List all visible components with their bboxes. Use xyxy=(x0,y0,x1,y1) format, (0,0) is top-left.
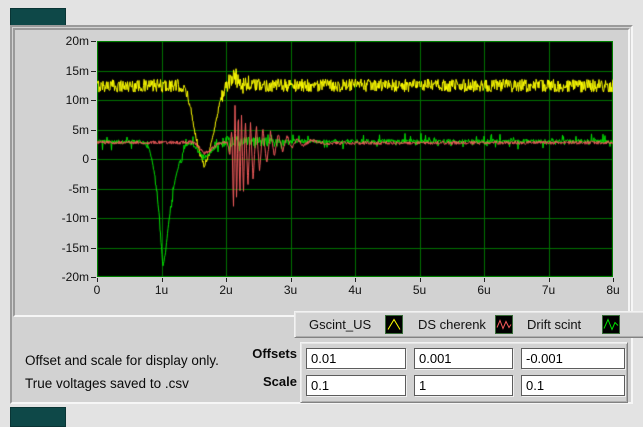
x-tick-label: 5u xyxy=(398,283,442,297)
gscint-us-trace-glyph xyxy=(388,320,400,330)
y-tick-mark xyxy=(91,100,96,101)
front-panel: { "window": { "background": "#e3e3e3", "… xyxy=(0,0,643,425)
x-tick-label: 2u xyxy=(204,283,248,297)
y-tick-mark xyxy=(91,189,96,190)
x-tick-mark xyxy=(226,278,227,282)
display-note: Offset and scale for display only. True … xyxy=(25,349,219,395)
y-tick-mark xyxy=(91,248,96,249)
y-tick-label: 15m xyxy=(0,64,89,78)
plot-canvas[interactable] xyxy=(97,41,613,277)
offsets-scale-cluster xyxy=(300,342,628,403)
display-note-line1: Offset and scale for display only. xyxy=(25,349,219,372)
plot-legend: Gscint_US DS cherenk Drift scint xyxy=(294,311,643,338)
x-tick-label: 7u xyxy=(527,283,571,297)
legend-item-gscint-us[interactable]: Gscint_US xyxy=(309,312,385,337)
y-tick-label: 5m xyxy=(0,123,89,137)
y-tick-mark xyxy=(91,130,96,131)
drift-scint-trace-glyph xyxy=(604,320,618,330)
y-tick-label: -20m xyxy=(0,270,89,284)
x-tick-mark xyxy=(420,278,421,282)
x-tick-label: 8u xyxy=(591,283,635,297)
x-tick-mark xyxy=(291,278,292,282)
tab-decoration-bottom[interactable] xyxy=(10,407,66,427)
ds-cherenk-trace-icon[interactable] xyxy=(495,315,513,334)
y-tick-mark xyxy=(91,41,96,42)
y-tick-label: 20m xyxy=(0,34,89,48)
y-tick-label: -15m xyxy=(0,241,89,255)
y-tick-label: -10m xyxy=(0,211,89,225)
x-tick-mark xyxy=(613,278,614,282)
ds-cherenk-trace-glyph xyxy=(497,321,511,329)
x-tick-mark xyxy=(97,278,98,282)
x-tick-mark xyxy=(549,278,550,282)
y-tick-mark xyxy=(91,277,96,278)
legend-item-ds-cherenk[interactable]: DS cherenk xyxy=(418,312,495,337)
y-tick-mark xyxy=(91,71,96,72)
x-tick-label: 4u xyxy=(333,283,377,297)
display-note-line2: True voltages saved to .csv xyxy=(25,372,219,395)
y-tick-mark xyxy=(91,218,96,219)
x-tick-label: 1u xyxy=(140,283,184,297)
scale-field-ds-cherenk[interactable] xyxy=(414,375,513,396)
y-tick-label: 10m xyxy=(0,93,89,107)
legend-item-drift-scint[interactable]: Drift scint xyxy=(527,312,602,337)
x-tick-label: 6u xyxy=(462,283,506,297)
scale-field-gscint-us[interactable] xyxy=(306,375,406,396)
y-tick-label: 0 xyxy=(0,152,89,166)
y-tick-mark xyxy=(91,159,96,160)
drift-scint-trace-icon[interactable] xyxy=(602,315,620,334)
offset-field-gscint-us[interactable] xyxy=(306,348,406,369)
x-tick-mark xyxy=(162,278,163,282)
offset-field-drift-scint[interactable] xyxy=(521,348,625,369)
x-tick-label: 3u xyxy=(269,283,313,297)
x-tick-mark xyxy=(355,278,356,282)
x-tick-label: 0 xyxy=(75,283,119,297)
y-tick-label: -5m xyxy=(0,182,89,196)
scale-field-drift-scint[interactable] xyxy=(521,375,625,396)
gscint-us-trace-icon[interactable] xyxy=(385,315,403,334)
x-tick-mark xyxy=(484,278,485,282)
offset-field-ds-cherenk[interactable] xyxy=(414,348,513,369)
